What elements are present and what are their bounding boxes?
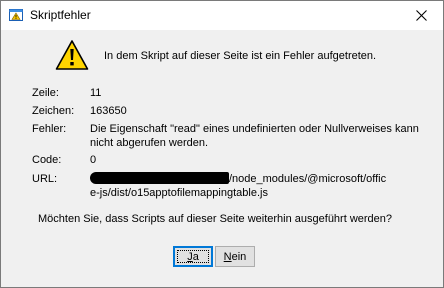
script-error-dialog: Skriptfehler In dem Skript auf dieser Se… <box>0 0 444 288</box>
no-button[interactable]: Nein <box>215 246 255 267</box>
url-label: URL: <box>32 173 58 185</box>
yes-button[interactable]: Ja <box>173 246 213 267</box>
url-value-line-2: e-js/dist/o15apptofilemappingtable.js <box>90 187 268 199</box>
url-value: /node_modules/@microsoft/offic e-js/dist… <box>90 172 390 200</box>
no-button-label: Nein <box>224 251 247 263</box>
no-accelerator: N <box>223 250 232 263</box>
dialog-title: Skriptfehler <box>30 8 91 22</box>
no-label-rest: ein <box>231 250 247 263</box>
warning-icon <box>55 40 89 70</box>
error-value-line-2: nicht abgerufen werden. <box>90 137 209 149</box>
error-value-line-1: Die Eigenschaft "read" eines undefiniert… <box>90 123 419 135</box>
line-value: 11 <box>90 87 102 99</box>
code-value: 0 <box>90 154 97 166</box>
continue-question: Möchten Sie, dass Scripts auf dieser Sei… <box>38 213 393 225</box>
code-label: Code: <box>32 154 62 166</box>
close-button[interactable] <box>399 1 443 30</box>
redaction-mark <box>90 172 229 184</box>
line-label: Zeile: <box>32 87 59 99</box>
close-icon <box>415 10 427 21</box>
url-value-line-1: /node_modules/@microsoft/offic <box>229 173 387 185</box>
script-error-icon <box>9 9 23 21</box>
error-intro-text: In dem Skript auf dieser Seite ist ein F… <box>104 50 377 62</box>
char-label: Zeichen: <box>32 105 75 117</box>
char-value: 163650 <box>90 105 127 117</box>
title-bar: Skriptfehler <box>1 1 443 30</box>
focus-rectangle <box>177 250 209 263</box>
error-label: Fehler: <box>32 123 67 135</box>
